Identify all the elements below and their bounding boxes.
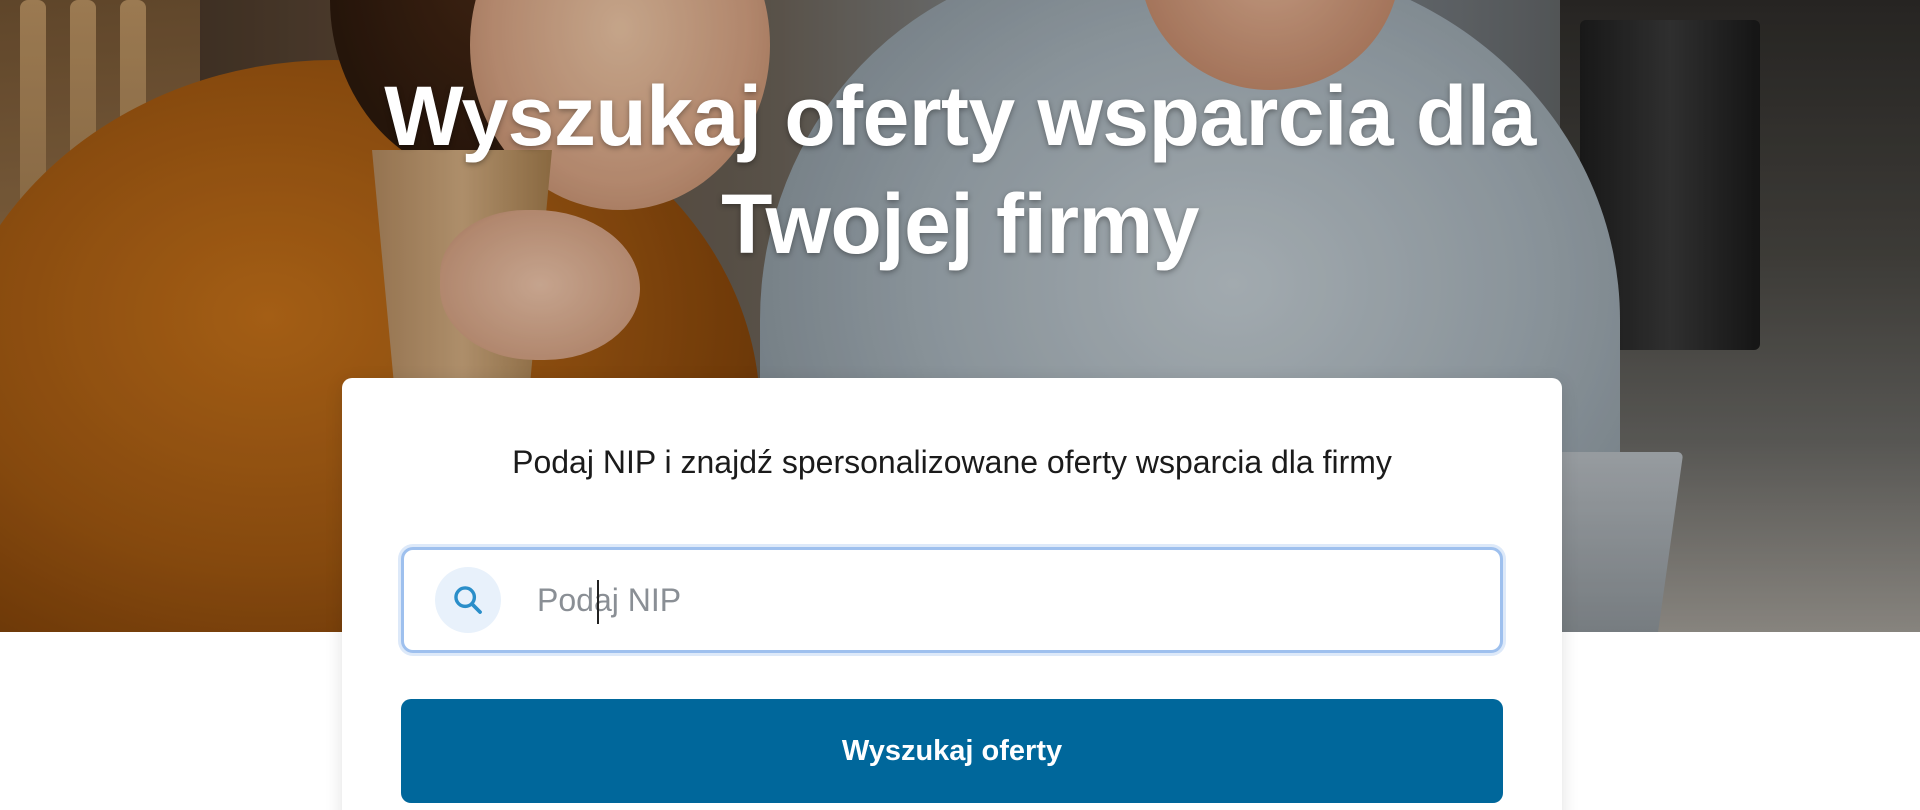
page-title-line-1: Wyszukaj oferty wsparcia dla bbox=[384, 69, 1536, 163]
search-offers-button[interactable]: Wyszukaj oferty bbox=[401, 699, 1503, 803]
search-card: Podaj NIP i znajdź spersonalizowane ofer… bbox=[342, 378, 1562, 810]
search-card-subtitle: Podaj NIP i znajdź spersonalizowane ofer… bbox=[512, 444, 1392, 480]
text-caret bbox=[597, 580, 599, 624]
page-title: Wyszukaj oferty wsparcia dla Twojej firm… bbox=[0, 62, 1920, 278]
page: Wyszukaj oferty wsparcia dla Twojej firm… bbox=[0, 0, 1920, 810]
page-title-line-2: Twojej firmy bbox=[721, 177, 1199, 271]
nip-input[interactable] bbox=[535, 569, 1480, 631]
nip-search-field[interactable] bbox=[401, 547, 1503, 653]
search-icon bbox=[435, 567, 501, 633]
